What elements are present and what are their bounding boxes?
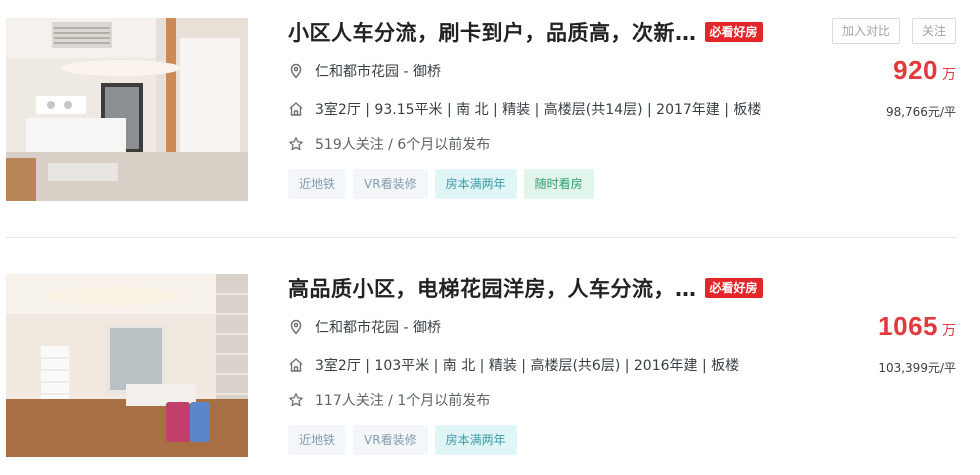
listing-item[interactable]: 高品质小区，电梯花园洋房，人车分流，… 必看好房 仁和都市花园 - 御桥 3室2… — [0, 271, 980, 471]
tag-deed-two-years: 房本满两年 — [434, 169, 517, 199]
total-price-value: 920 — [893, 55, 938, 85]
house-icon — [288, 357, 304, 373]
tag-deed-two-years: 房本满两年 — [434, 425, 517, 455]
tag-near-subway: 近地铁 — [288, 169, 347, 199]
must-see-badge: 必看好房 — [704, 278, 763, 298]
house-info: 3室2厅 | 103平米 | 南 北 | 精装 | 高楼层(共6层) | 201… — [315, 358, 740, 374]
unit-price: 103,399元/平 — [878, 361, 956, 375]
listing-item[interactable]: 小区人车分流，刷卡到户，品质高，次新… 必看好房 仁和都市花园 - 御桥 3室2… — [0, 15, 980, 215]
location-pin-icon — [288, 319, 304, 335]
listing-photo[interactable] — [6, 274, 248, 457]
total-price-value: 1065 — [878, 311, 938, 341]
location-link[interactable]: 仁和都市花园 - 御桥 — [315, 317, 441, 337]
house-icon — [288, 101, 304, 117]
tag-anytime-viewing: 随时看房 — [523, 169, 594, 199]
listing-title[interactable]: 小区人车分流，刷卡到户，品质高，次新… — [288, 17, 697, 47]
total-price: 920 万 — [893, 55, 956, 86]
total-price: 1065 万 — [878, 311, 956, 342]
follow-info: 117人关注 / 1个月以前发布 — [315, 393, 491, 409]
tag-near-subway: 近地铁 — [288, 425, 347, 455]
star-icon — [288, 136, 304, 152]
total-price-unit: 万 — [942, 323, 956, 339]
total-price-unit: 万 — [942, 67, 956, 83]
location-pin-icon — [288, 63, 304, 79]
follow-button[interactable]: 关注 — [911, 18, 956, 44]
star-icon — [288, 392, 304, 408]
tag-vr-decoration: VR看装修 — [353, 169, 428, 199]
add-compare-button[interactable]: 加入对比 — [831, 18, 900, 44]
must-see-badge: 必看好房 — [704, 22, 763, 42]
tag-vr-decoration: VR看装修 — [353, 425, 428, 455]
house-info: 3室2厅 | 93.15平米 | 南 北 | 精装 | 高楼层(共14层) | … — [315, 102, 762, 118]
unit-price: 98,766元/平 — [885, 105, 956, 119]
listing-title[interactable]: 高品质小区，电梯花园洋房，人车分流，… — [288, 273, 697, 303]
listing-photo[interactable] — [6, 18, 248, 201]
location-link[interactable]: 仁和都市花园 - 御桥 — [315, 61, 441, 81]
divider — [6, 237, 956, 238]
follow-info: 519人关注 / 6个月以前发布 — [315, 137, 491, 153]
